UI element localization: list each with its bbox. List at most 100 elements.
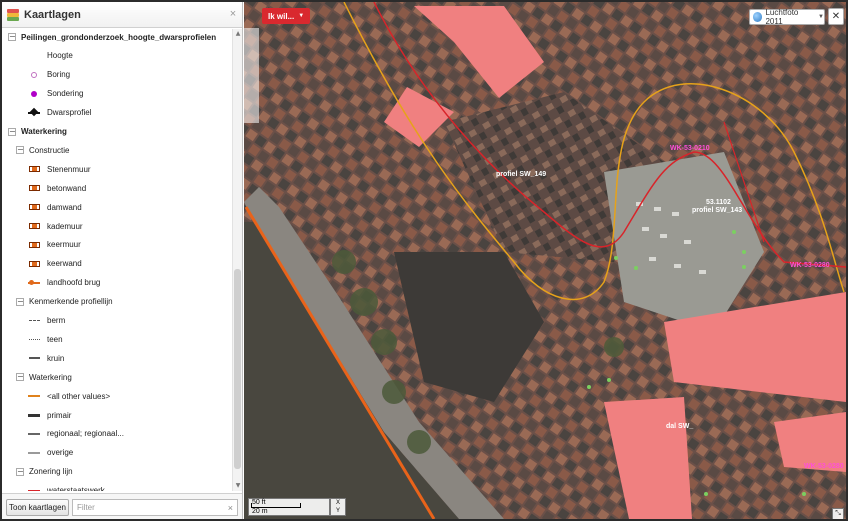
legend-symbol-icon bbox=[28, 107, 40, 118]
chevron-down-icon: ▼ bbox=[818, 14, 824, 20]
legend-item[interactable]: Boring bbox=[28, 66, 70, 84]
legend-item[interactable]: Dwarsprofiel bbox=[28, 104, 91, 122]
map-view[interactable]: WK-53-0210 53.1102 profiel SW_149 profie… bbox=[244, 2, 846, 519]
layers-panel-header: Kaartlagen × bbox=[2, 2, 242, 28]
legend-item[interactable]: betonwand bbox=[28, 179, 86, 197]
close-icon[interactable]: × bbox=[228, 9, 238, 20]
toon-kaartlagen-button[interactable]: Toon kaartlagen bbox=[6, 499, 69, 516]
legend-symbol-icon bbox=[28, 353, 40, 363]
map-label: WK-53-0210 bbox=[670, 145, 710, 152]
layer-label: keerwand bbox=[47, 259, 82, 269]
layer-label: Waterkering bbox=[21, 127, 67, 136]
legend-item[interactable]: keermuur bbox=[28, 236, 81, 254]
collapse-toggle-icon[interactable]: − bbox=[8, 33, 16, 41]
panel-collapse-handle[interactable] bbox=[244, 28, 259, 123]
layer-label: Stenenmuur bbox=[47, 164, 91, 174]
clear-icon[interactable]: × bbox=[228, 503, 233, 513]
scrollbar[interactable]: ▲ ▼ bbox=[232, 29, 242, 491]
legend-symbol-icon bbox=[28, 221, 40, 231]
map-label: 53.1102 bbox=[706, 199, 731, 206]
layer-label: kruin bbox=[47, 353, 65, 363]
layer-label: Kenmerkende profiellijn bbox=[29, 297, 113, 307]
legend-item[interactable]: kademuur bbox=[28, 217, 83, 235]
collapse-toggle-icon[interactable]: − bbox=[16, 146, 24, 155]
layer-group[interactable]: − Zonering lijn bbox=[16, 463, 73, 481]
layer-label: Sondering bbox=[47, 89, 84, 99]
layers-icon bbox=[7, 8, 19, 21]
ik-wil-button[interactable]: Ik wil... ▼ bbox=[262, 8, 311, 24]
y-label: Y bbox=[335, 508, 340, 514]
globe-icon bbox=[753, 12, 763, 22]
coordinate-toggle[interactable]: X Y bbox=[330, 498, 346, 516]
map-label: WK-53-0280 bbox=[790, 262, 830, 269]
legend-symbol-icon bbox=[28, 429, 40, 439]
tools-icon[interactable]: ✕ bbox=[828, 8, 844, 25]
legend-item[interactable]: overige bbox=[28, 444, 73, 462]
layer-label: regionaal; regionaal... bbox=[47, 429, 124, 439]
collapse-toggle-icon[interactable]: − bbox=[16, 467, 24, 476]
expand-icon[interactable]: ⤡ bbox=[832, 508, 844, 519]
scale-tick bbox=[300, 503, 301, 508]
legend-item[interactable]: waterstaatswerk bbox=[28, 482, 105, 491]
legend-item[interactable]: teen bbox=[28, 330, 63, 348]
layer-label: damwand bbox=[47, 202, 82, 212]
scroll-up-icon[interactable]: ▲ bbox=[233, 29, 243, 39]
layer-group[interactable]: − Constructie bbox=[16, 141, 69, 159]
legend-symbol-icon bbox=[28, 410, 40, 420]
x-label: X bbox=[335, 500, 340, 506]
layer-group[interactable]: − Peilingen_grondonderzoek_hoogte_dwarspr… bbox=[8, 29, 216, 46]
scale-m-label: 20 m bbox=[252, 508, 268, 515]
layer-tree: − Peilingen_grondonderzoek_hoogte_dwarspr… bbox=[2, 29, 232, 491]
legend-symbol-icon bbox=[28, 334, 40, 344]
legend-symbol-icon bbox=[28, 51, 40, 61]
map-label: profiel SW_149 bbox=[496, 171, 546, 178]
layer-label: Waterkering bbox=[29, 372, 72, 382]
scroll-down-icon[interactable]: ▼ bbox=[233, 481, 243, 491]
legend-item[interactable]: damwand bbox=[28, 198, 82, 216]
legend-item[interactable]: keerwand bbox=[28, 255, 82, 273]
legend-item[interactable]: primair bbox=[28, 406, 71, 424]
layer-group[interactable]: − Kenmerkende profiellijn bbox=[16, 293, 113, 311]
layer-group[interactable]: − Waterkering bbox=[8, 123, 67, 141]
collapse-toggle-icon[interactable]: − bbox=[16, 373, 24, 382]
chevron-down-icon: ▼ bbox=[298, 13, 305, 19]
legend-item[interactable]: kruin bbox=[28, 349, 64, 367]
legend-item[interactable]: landhoofd brug bbox=[28, 274, 100, 292]
map-label: WK-53-0280 bbox=[804, 463, 844, 470]
scale-bar: 50 ft 20 m bbox=[248, 498, 330, 516]
basemap-selector[interactable]: Luchtfoto 2011 ▼ bbox=[749, 8, 825, 26]
layer-group[interactable]: − Waterkering bbox=[16, 368, 72, 386]
collapse-toggle-icon[interactable]: − bbox=[16, 297, 24, 306]
legend-symbol-icon bbox=[28, 391, 40, 401]
layer-label: Hoogte bbox=[47, 51, 73, 61]
layer-label: betonwand bbox=[47, 183, 87, 193]
layer-label: overige bbox=[47, 448, 74, 458]
legend-symbol-icon bbox=[28, 164, 40, 174]
scrollbar-thumb[interactable] bbox=[234, 269, 241, 469]
legend-symbol-icon bbox=[28, 89, 40, 99]
legend-item[interactable]: regionaal; regionaal... bbox=[28, 425, 124, 443]
layer-label: waterstaatswerk bbox=[47, 486, 105, 491]
filter-placeholder: Filter bbox=[77, 503, 95, 512]
layer-label: Zonering lijn bbox=[29, 467, 73, 477]
legend-symbol-icon bbox=[28, 240, 40, 250]
legend-item[interactable]: berm bbox=[28, 312, 65, 330]
panel-title: Kaartlagen bbox=[24, 8, 81, 21]
collapse-toggle-icon[interactable]: − bbox=[8, 127, 16, 136]
legend-symbol-icon bbox=[28, 486, 40, 491]
legend-item[interactable]: <all other values> bbox=[28, 387, 110, 405]
layer-label: Peilingen_grondonderzoek_hoogte_dwarspro… bbox=[21, 32, 217, 42]
filter-input[interactable]: Filter × bbox=[72, 499, 238, 516]
layer-label: berm bbox=[47, 316, 66, 325]
legend-item[interactable]: Sondering bbox=[28, 85, 83, 103]
layers-panel: Kaartlagen × − Peilingen_grondonderzoek_h… bbox=[2, 2, 243, 519]
map-label: dal SW_ bbox=[666, 423, 693, 430]
map-label: profiel SW_143 bbox=[692, 207, 742, 214]
legend-item[interactable]: Hoogte bbox=[28, 47, 73, 65]
panel-footer: Toon kaartlagen Filter × bbox=[2, 493, 242, 519]
layer-label: <all other values> bbox=[47, 391, 111, 401]
layer-label: Constructie bbox=[29, 145, 70, 155]
layer-label: keermuur bbox=[47, 240, 81, 250]
legend-item[interactable]: Stenenmuur bbox=[28, 160, 91, 178]
legend-symbol-icon bbox=[28, 70, 40, 80]
